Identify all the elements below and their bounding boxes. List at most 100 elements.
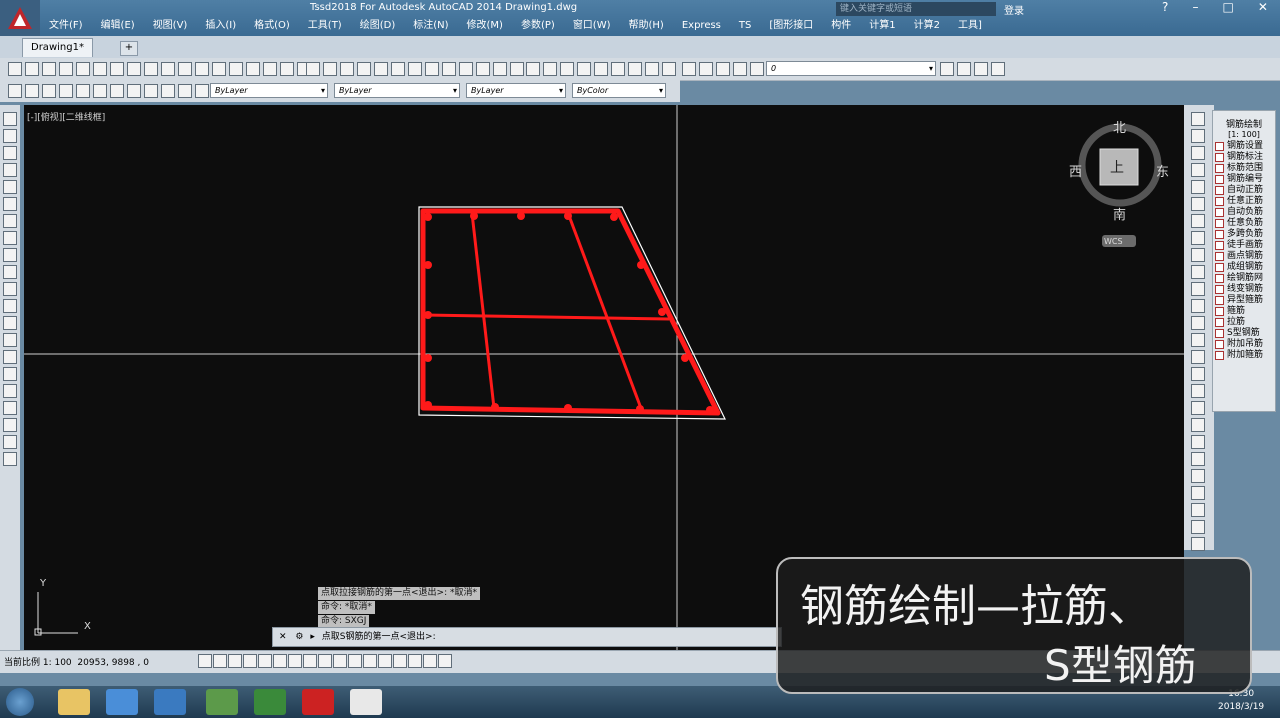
toolbar-button-icon[interactable] (374, 62, 388, 76)
draw-tool-icon[interactable] (3, 350, 17, 364)
status-toggle-icon[interactable] (423, 654, 437, 668)
draw-tool-icon[interactable] (3, 367, 17, 381)
toolbar-button-icon[interactable] (510, 62, 524, 76)
toolbar-button-icon[interactable] (391, 62, 405, 76)
menu-item-13[interactable]: TS (730, 18, 760, 34)
toolbar-button-icon[interactable] (229, 62, 243, 76)
minimize-button[interactable]: – (1192, 0, 1198, 18)
menu-item-12[interactable]: Express (673, 18, 730, 34)
toolbar-button-icon[interactable] (110, 62, 124, 76)
draw-tool-icon[interactable] (3, 248, 17, 262)
rebar-panel-item[interactable]: S型钢筋 (1213, 328, 1275, 339)
draw-tool-icon[interactable] (3, 333, 17, 347)
rebar-panel-item[interactable]: 自动正筋 (1213, 185, 1275, 196)
modify-tool-icon[interactable] (1191, 384, 1205, 398)
draw-tool-icon[interactable] (3, 265, 17, 279)
toolbar-button-icon[interactable] (25, 62, 39, 76)
draw-tool-icon[interactable] (3, 401, 17, 415)
modify-tool-icon[interactable] (1191, 333, 1205, 347)
rebar-panel-item[interactable]: 拉筋 (1213, 317, 1275, 328)
rebar-panel-item[interactable]: 异型箍筋 (1213, 295, 1275, 306)
modify-tool-icon[interactable] (1191, 486, 1205, 500)
status-toggle-icon[interactable] (228, 654, 242, 668)
draw-tool-icon[interactable] (3, 197, 17, 211)
status-toggle-icon[interactable] (348, 654, 362, 668)
toolbar-button-icon[interactable] (280, 62, 294, 76)
layer-dropdown[interactable]: 0 (766, 61, 936, 76)
customize-icon[interactable]: ⚙ (295, 632, 307, 642)
layer-tool-icon[interactable] (733, 62, 747, 76)
menu-item-9[interactable]: 参数(P) (512, 18, 564, 34)
toolbar-button-icon[interactable] (611, 62, 625, 76)
toolbar-button-icon[interactable] (212, 62, 226, 76)
toolbar-button-icon[interactable] (161, 84, 175, 98)
menu-item-14[interactable]: [图形接口 (760, 18, 822, 34)
layer-tool-icon[interactable] (957, 62, 971, 76)
status-toggle-icon[interactable] (393, 654, 407, 668)
draw-tool-icon[interactable] (3, 146, 17, 160)
toolbar-button-icon[interactable] (195, 62, 209, 76)
layer-tool-icon[interactable] (940, 62, 954, 76)
autocad-icon[interactable] (302, 689, 334, 715)
new-tab-button[interactable]: + (120, 41, 138, 56)
search-input[interactable]: 键入关键字或短语 (836, 2, 996, 16)
status-toggle-icon[interactable] (258, 654, 272, 668)
toolbar-button-icon[interactable] (662, 62, 676, 76)
toolbar-button-icon[interactable] (93, 84, 107, 98)
toolbar-button-icon[interactable] (246, 62, 260, 76)
toolbar-button-icon[interactable] (543, 62, 557, 76)
menu-item-1[interactable]: 编辑(E) (92, 18, 144, 34)
menu-item-10[interactable]: 窗口(W) (564, 18, 620, 34)
toolbar-button-icon[interactable] (8, 62, 22, 76)
camtasia-icon[interactable] (254, 689, 286, 715)
color-dropdown[interactable]: ByLayer (210, 83, 328, 98)
close-button[interactable]: ✕ (1258, 0, 1268, 18)
rebar-panel-item[interactable]: 绘钢筋网 (1213, 273, 1275, 284)
toolbar-button-icon[interactable] (76, 62, 90, 76)
status-toggle-icon[interactable] (288, 654, 302, 668)
modify-tool-icon[interactable] (1191, 180, 1205, 194)
toolbar-button-icon[interactable] (178, 84, 192, 98)
toolbar-button-icon[interactable] (42, 62, 56, 76)
rebar-panel-item[interactable]: 画点钢筋 (1213, 251, 1275, 262)
rebar-panel-item[interactable]: 箍筋 (1213, 306, 1275, 317)
draw-tool-icon[interactable] (3, 282, 17, 296)
command-line[interactable]: ✕ ⚙ ▸ 点取S钢筋的第一点<退出>: (272, 627, 782, 647)
rebar-panel-item[interactable]: 任意负筋 (1213, 218, 1275, 229)
draw-tool-icon[interactable] (3, 180, 17, 194)
modify-tool-icon[interactable] (1191, 163, 1205, 177)
menu-item-7[interactable]: 标注(N) (404, 18, 457, 34)
toolbar-button-icon[interactable] (323, 62, 337, 76)
modify-tool-icon[interactable] (1191, 265, 1205, 279)
rebar-panel-item[interactable]: 钢筋编号 (1213, 174, 1275, 185)
status-toggle-icon[interactable] (408, 654, 422, 668)
modify-tool-icon[interactable] (1191, 129, 1205, 143)
modify-tool-icon[interactable] (1191, 112, 1205, 126)
status-toggle-icon[interactable] (198, 654, 212, 668)
toolbar-button-icon[interactable] (59, 84, 73, 98)
rebar-panel-item[interactable]: 任意正筋 (1213, 196, 1275, 207)
wcs-label[interactable]: WCS (1104, 237, 1123, 246)
draw-tool-icon[interactable] (3, 163, 17, 177)
toolbar-button-icon[interactable] (144, 62, 158, 76)
draw-tool-icon[interactable] (3, 384, 17, 398)
tab-drawing1[interactable]: Drawing1* (22, 38, 93, 57)
draw-tool-icon[interactable] (3, 418, 17, 432)
toolbar-button-icon[interactable] (425, 62, 439, 76)
modify-tool-icon[interactable] (1191, 537, 1205, 551)
modify-tool-icon[interactable] (1191, 197, 1205, 211)
menu-item-11[interactable]: 帮助(H) (620, 18, 673, 34)
help-icon[interactable]: ? (1162, 0, 1168, 18)
rebar-panel-item[interactable]: 钢筋标注 (1213, 152, 1275, 163)
toolbar-button-icon[interactable] (25, 84, 39, 98)
toolbar-button-icon[interactable] (127, 62, 141, 76)
toolbar-button-icon[interactable] (76, 84, 90, 98)
rebar-panel-item[interactable]: 成组钢筋 (1213, 262, 1275, 273)
layer-tool-icon[interactable] (750, 62, 764, 76)
modify-tool-icon[interactable] (1191, 469, 1205, 483)
toolbar-button-icon[interactable] (127, 84, 141, 98)
modify-tool-icon[interactable] (1191, 418, 1205, 432)
rebar-panel-item[interactable]: 多跨负筋 (1213, 229, 1275, 240)
rebar-panel-item[interactable]: 附加吊筋 (1213, 339, 1275, 350)
modify-tool-icon[interactable] (1191, 282, 1205, 296)
